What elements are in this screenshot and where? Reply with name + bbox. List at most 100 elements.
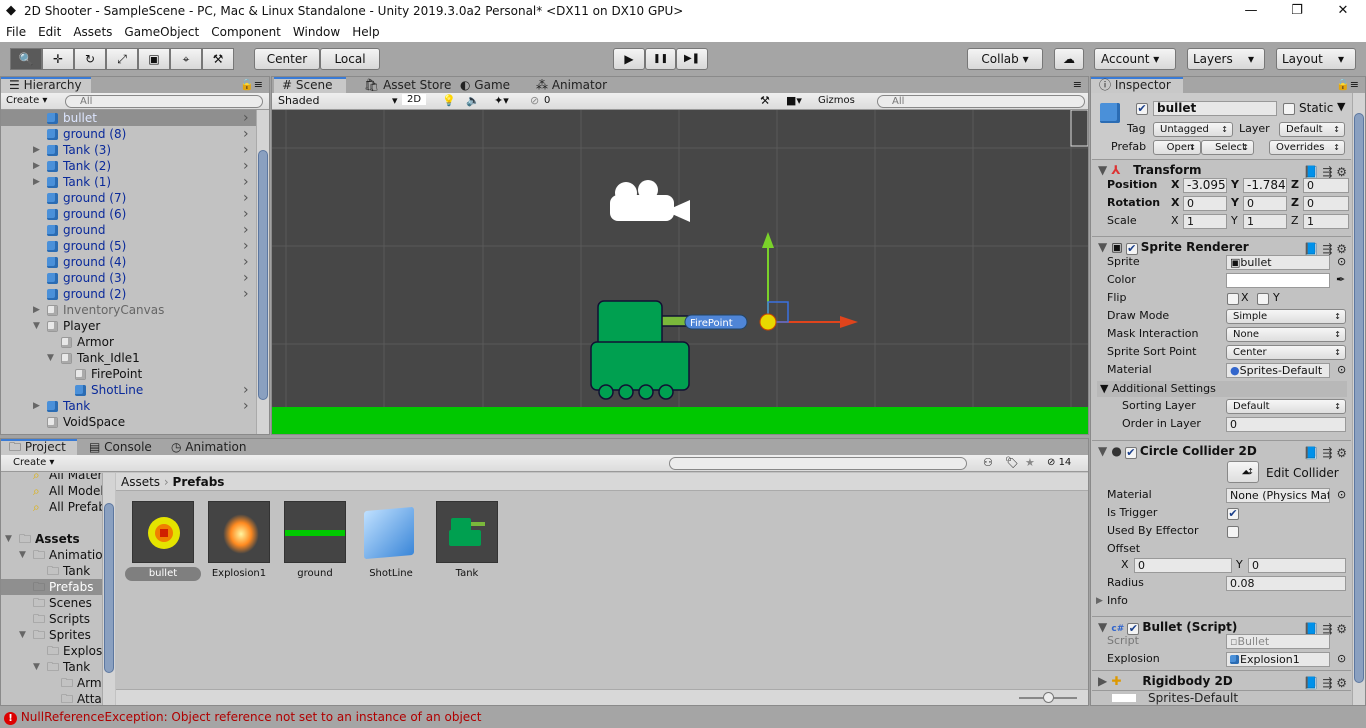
open-prefab-chevron-icon[interactable]: › [243, 206, 249, 222]
layer-dropdown[interactable]: Default [1279, 122, 1345, 137]
draw-mode-dropdown[interactable]: Simple [1226, 309, 1346, 324]
sprite-renderer-header[interactable]: ▼ ▣ ✔ Sprite Renderer 📘 ⇶ ⚙ [1092, 236, 1351, 256]
asset-item[interactable]: Explosion1 [208, 501, 270, 581]
open-prefab-chevron-icon[interactable]: › [243, 254, 249, 270]
object-picker-icon[interactable]: ⊙ [1337, 254, 1346, 270]
hidden-objects-icon[interactable]: ⊘ [530, 94, 539, 107]
open-prefab-chevron-icon[interactable]: › [243, 142, 249, 158]
tab-console[interactable]: ▤ Console [81, 439, 160, 455]
project-tree-item[interactable]: 🗀 Scripts [1, 611, 102, 627]
audio-toggle-icon[interactable]: 🔈 [466, 94, 480, 107]
expand-down-icon[interactable]: ▼ [19, 547, 26, 563]
filter-type-icon[interactable]: ⚇ [983, 456, 993, 469]
play-button[interactable]: ▶ [613, 48, 645, 70]
project-tree-item[interactable]: ⌕ All Models [1, 483, 102, 499]
scale-x-input[interactable]: 1 [1183, 214, 1227, 229]
hierarchy-item[interactable]: ▶ Tank (3) › [1, 142, 257, 158]
tools-icon[interactable]: ⚒ [760, 94, 770, 107]
effects-toggle-icon[interactable]: ✦▾ [494, 94, 509, 107]
additional-settings-foldout[interactable]: ▼ Additional Settings [1097, 381, 1347, 397]
hierarchy-item[interactable]: ▶ Tank › [1, 398, 257, 414]
rotation-z-label[interactable]: Z [1291, 195, 1299, 211]
layout-dropdown[interactable]: Layout ▾ [1276, 48, 1356, 70]
menu-file[interactable]: File [0, 25, 32, 39]
project-search-input[interactable] [669, 457, 967, 470]
expand-down-icon[interactable]: ▼ [47, 350, 54, 366]
2d-toggle[interactable]: 2D [402, 94, 426, 105]
open-prefab-chevron-icon[interactable]: › [243, 398, 249, 414]
order-in-layer-input[interactable]: 0 [1226, 417, 1346, 432]
hierarchy-item[interactable]: ground (8) › [1, 126, 257, 142]
object-picker-icon[interactable]: ⊙ [1337, 487, 1346, 503]
project-tree-item[interactable]: ▼ 🗀Animation [1, 547, 102, 563]
project-tree-scrollbar[interactable] [102, 473, 115, 705]
offset-y-label[interactable]: Y [1236, 557, 1243, 573]
project-tree-item[interactable]: ▼ 🗀 Sprites [1, 627, 102, 643]
position-x-label[interactable]: X [1171, 177, 1179, 193]
asset-item[interactable]: bullet [125, 501, 201, 581]
hierarchy-item[interactable]: VoidSpace [1, 414, 257, 430]
cloud-button[interactable]: ☁ [1054, 48, 1084, 70]
rigidbody-header[interactable]: ▶ ✚ Rigidbody 2D 📘 ⇶ ⚙ [1092, 670, 1351, 690]
circle-collider-enabled-checkbox[interactable]: ✔ [1124, 447, 1137, 459]
transform-header[interactable]: ▼ ⅄ Transform 📘 ⇶ ⚙ [1092, 159, 1351, 179]
flip-x-checkbox[interactable] [1227, 293, 1239, 305]
position-x-input[interactable]: -3.095 [1183, 178, 1227, 193]
status-bar[interactable]: ! NullReferenceException: Object referen… [0, 706, 1366, 728]
scale-y-label[interactable]: Y [1231, 213, 1238, 229]
expand-down-icon[interactable]: ▼ [5, 531, 12, 547]
asset-item[interactable]: Tank [436, 501, 498, 581]
camera-icon[interactable]: ■▾ [786, 94, 802, 107]
hierarchy-scrollbar[interactable] [256, 110, 269, 434]
project-tree-item[interactable]: 🗀Attack [1, 691, 102, 705]
rect-tool-button[interactable]: ▣ [138, 48, 170, 70]
tab-scene[interactable]: # Scene [274, 77, 346, 93]
position-z-label[interactable]: Z [1291, 177, 1299, 193]
hierarchy-search-input[interactable]: All [65, 95, 263, 108]
is-trigger-checkbox[interactable]: ✔ [1227, 508, 1239, 520]
open-prefab-chevron-icon[interactable]: › [243, 286, 249, 302]
gizmos-dropdown[interactable]: Gizmos [818, 95, 855, 106]
account-dropdown[interactable]: Account ▾ [1094, 48, 1176, 70]
open-prefab-chevron-icon[interactable]: › [243, 382, 249, 398]
tab-animation[interactable]: ◷ Animation [163, 439, 254, 455]
tab-inspector[interactable]: ⓘ Inspector [1091, 77, 1183, 93]
tab-hierarchy[interactable]: ☰ Hierarchy [1, 77, 91, 93]
hierarchy-item[interactable]: ground (6) › [1, 206, 257, 222]
sprite-field[interactable]: ▣bullet [1226, 255, 1330, 270]
scale-y-input[interactable]: 1 [1243, 214, 1287, 229]
hierarchy-item[interactable]: ground (4) › [1, 254, 257, 270]
player-tank-sprite[interactable] [590, 300, 699, 400]
maximize-button[interactable]: ❐ [1274, 0, 1320, 22]
open-prefab-chevron-icon[interactable]: › [243, 110, 249, 126]
collider-material-field[interactable]: None (Physics Material 2D) [1226, 488, 1330, 503]
project-tree-item[interactable]: ▼ 🗀 Tank [1, 659, 102, 675]
project-tree-item[interactable]: 🗀 Scenes [1, 595, 102, 611]
expand-right-icon[interactable]: ▶ [33, 174, 40, 190]
minimize-button[interactable]: — [1228, 0, 1274, 22]
hierarchy-item[interactable]: ▶ InventoryCanvas [1, 302, 257, 318]
open-prefab-chevron-icon[interactable]: › [243, 270, 249, 286]
hand-tool-button[interactable]: 🔍 [10, 48, 42, 70]
step-button[interactable]: ▶❚ [676, 48, 708, 70]
hierarchy-item[interactable]: ground (2) › [1, 286, 257, 302]
tab-project[interactable]: 🗀 Project [1, 439, 77, 455]
expand-down-icon[interactable]: ▼ [33, 318, 40, 334]
expand-down-icon[interactable]: ▼ [33, 659, 40, 675]
offset-x-input[interactable]: 0 [1134, 558, 1232, 573]
menu-gameobject[interactable]: GameObject [118, 25, 205, 39]
lock-icon[interactable]: 🔒≡ [240, 78, 263, 91]
scene-canvas[interactable]: FirePoint [272, 110, 1088, 434]
favorite-icon[interactable]: ★ [1025, 456, 1035, 469]
eyedropper-icon[interactable]: ✒ [1336, 272, 1345, 288]
expand-down-icon[interactable]: ▼ [19, 627, 26, 643]
open-prefab-chevron-icon[interactable]: › [243, 174, 249, 190]
lighting-toggle-icon[interactable]: 💡 [442, 94, 456, 107]
collab-button[interactable]: Collab ▾ [967, 48, 1043, 70]
active-checkbox[interactable]: ✔ [1136, 103, 1148, 115]
hierarchy-item[interactable]: ▼ Player [1, 318, 257, 334]
close-button[interactable]: ✕ [1320, 0, 1366, 22]
tag-dropdown[interactable]: Untagged [1153, 122, 1233, 137]
tab-game[interactable]: ◐ Game [452, 77, 518, 93]
project-tree-item[interactable]: ⌕ All Prefabs [1, 499, 102, 515]
